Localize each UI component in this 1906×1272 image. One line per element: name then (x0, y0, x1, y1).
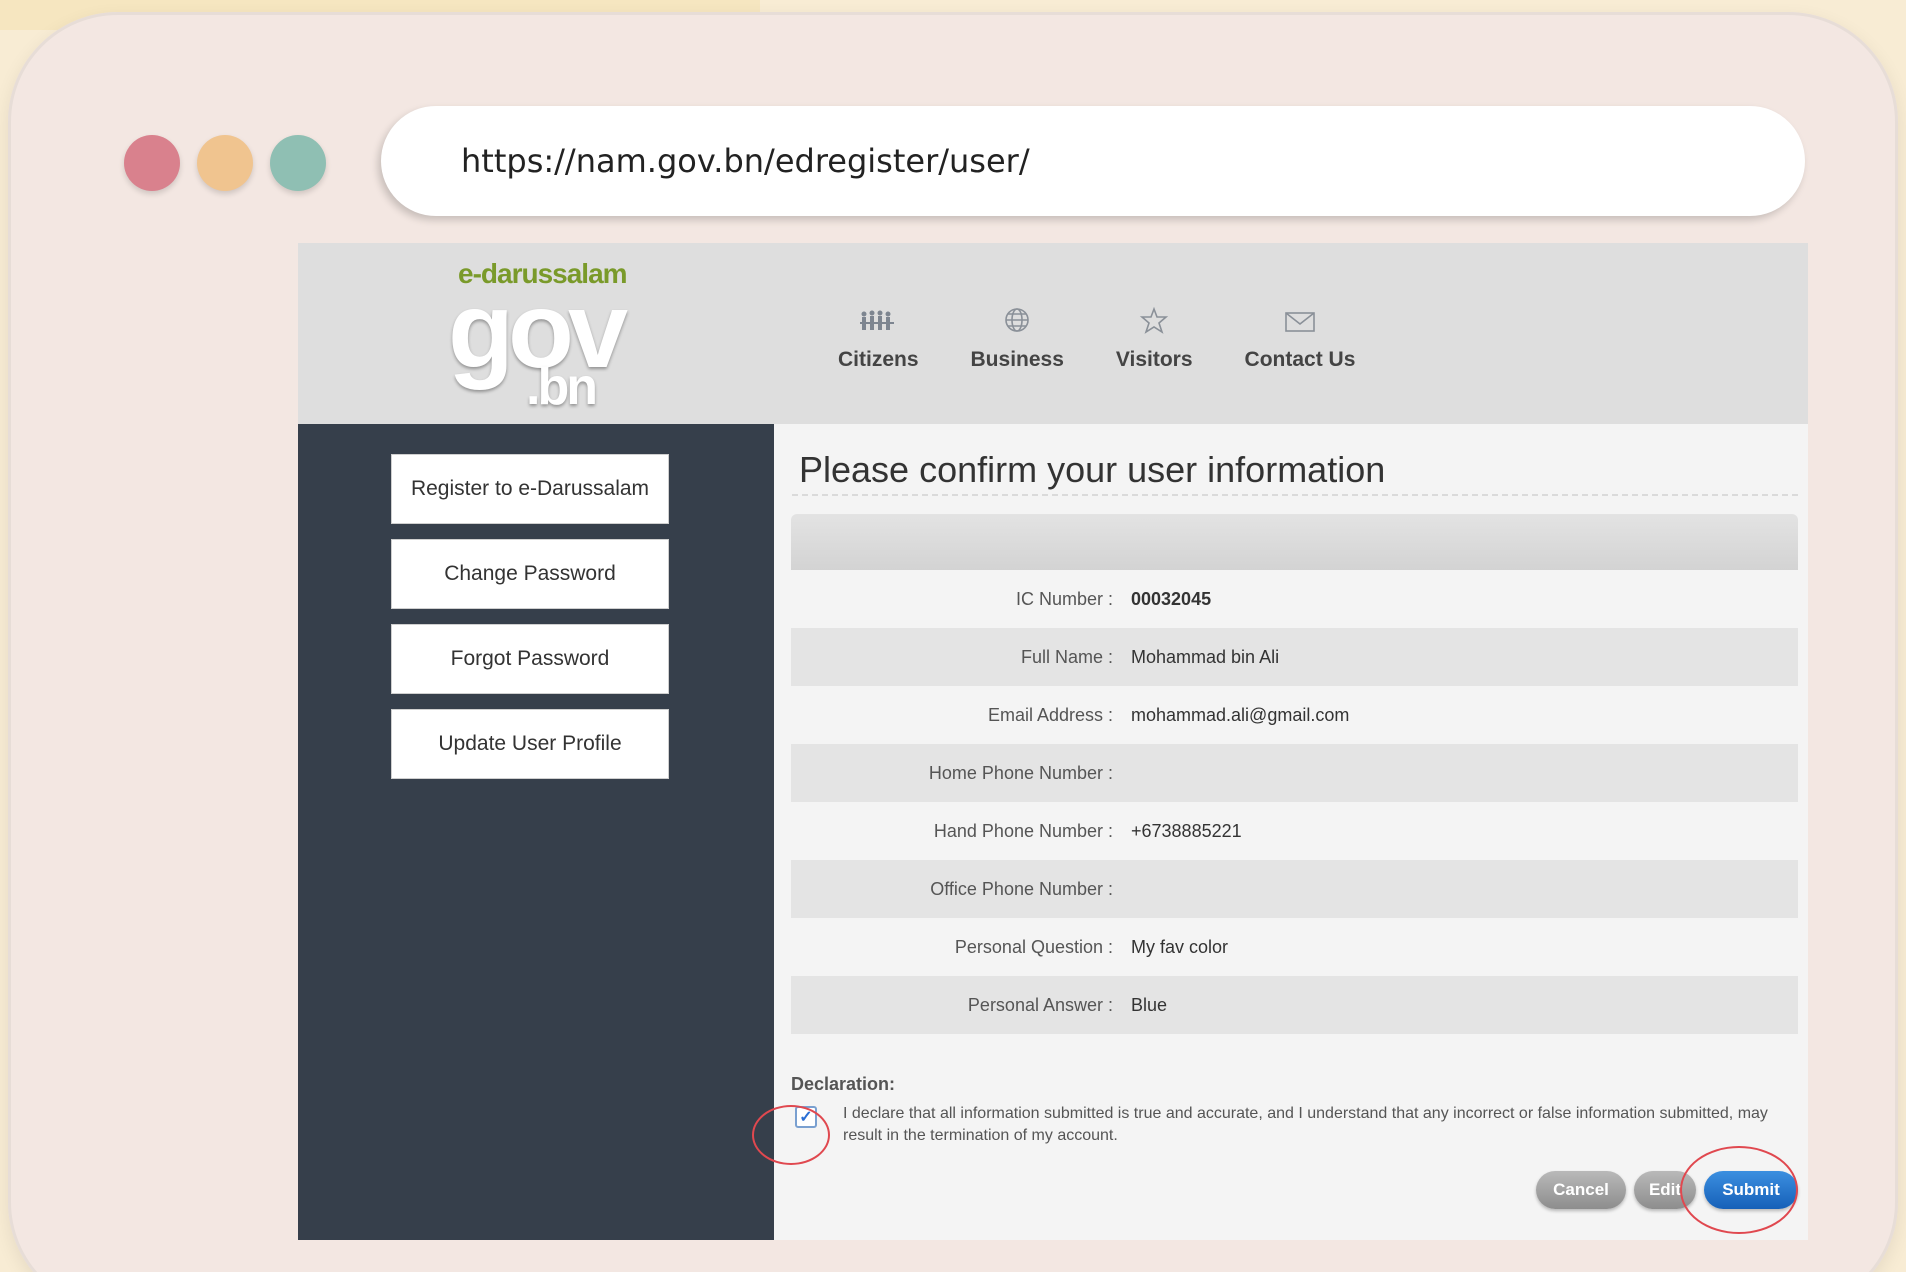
field-row-email: Email Address : mohammad.ali@gmail.com (791, 686, 1798, 744)
nav-label: Contact Us (1244, 348, 1356, 371)
field-label: Home Phone Number : (928, 762, 1113, 783)
field-value: Blue (1131, 994, 1168, 1015)
site-header: e-darussalam gov .bn Citizens Business V… (298, 243, 1808, 424)
nav-label: Visitors (1115, 348, 1193, 371)
star-icon (1140, 306, 1169, 334)
field-row-full-name: Full Name : Mohammad bin Ali (791, 628, 1798, 686)
nav-business[interactable]: Business (971, 306, 1064, 372)
field-label: Hand Phone Number : (933, 820, 1113, 841)
sidebar-item-label: Update User Profile (438, 732, 622, 755)
field-value: +6738885221 (1131, 820, 1242, 841)
globe-icon (1005, 308, 1030, 332)
check-icon: ✓ (799, 1109, 813, 1126)
field-row-home-phone: Home Phone Number : (791, 744, 1798, 802)
sidebar-item-change-password[interactable]: Change Password (391, 539, 669, 609)
window-controls (124, 135, 326, 191)
field-row-office-phone: Office Phone Number : (791, 860, 1798, 918)
close-dot[interactable] (124, 135, 180, 191)
main-content: Please confirm your user information IC … (752, 424, 1808, 1240)
sidebar-item-register[interactable]: Register to e-Darussalam (391, 454, 669, 524)
submit-button[interactable]: Submit (1704, 1171, 1798, 1209)
logo-suffix-text: .bn (526, 358, 598, 416)
url-text: https://nam.gov.bn/edregister/user/ (461, 142, 1030, 180)
field-row-personal-question: Personal Question : My fav color (791, 918, 1798, 976)
field-label: Personal Question : (954, 936, 1113, 957)
nav-label: Business (970, 348, 1064, 371)
gov-bn-logo[interactable]: e-darussalam gov .bn (448, 258, 628, 418)
field-value: mohammad.ali@gmail.com (1131, 704, 1350, 725)
web-page: e-darussalam gov .bn Citizens Business V… (298, 243, 1808, 1240)
declaration-section: Declaration: ✓ I declare that all inform… (791, 1074, 1791, 1147)
sidebar: Register to e-Darussalam Change Password… (298, 424, 774, 1240)
nav-citizens[interactable]: Citizens (838, 306, 919, 372)
sidebar-item-forgot-password[interactable]: Forgot Password (391, 624, 669, 694)
title-divider (792, 494, 1798, 496)
action-buttons: Cancel Edit Submit (1536, 1171, 1798, 1209)
field-row-hand-phone: Hand Phone Number : +6738885221 (791, 802, 1798, 860)
field-label: Personal Answer : (967, 994, 1113, 1015)
page-title: Please confirm your user information (799, 449, 1386, 490)
field-value: My fav color (1131, 936, 1229, 957)
declaration-checkbox[interactable]: ✓ (795, 1106, 817, 1128)
field-label: Office Phone Number : (930, 878, 1113, 899)
edit-button[interactable]: Edit (1634, 1171, 1696, 1209)
field-value: Mohammad bin Ali (1131, 646, 1280, 667)
sidebar-item-label: Change Password (444, 562, 616, 585)
maximize-dot[interactable] (270, 135, 326, 191)
field-row-personal-answer: Personal Answer : Blue (791, 976, 1798, 1034)
sidebar-item-label: Register to e-Darussalam (410, 477, 650, 500)
form-header-bar (791, 514, 1798, 570)
declaration-title: Declaration: (791, 1074, 896, 1094)
declaration-text: I declare that all information submitted… (843, 1105, 1768, 1144)
nav-visitors[interactable]: Visitors (1116, 306, 1193, 372)
nav-label: Citizens (838, 348, 919, 371)
address-bar[interactable]: https://nam.gov.bn/edregister/user/ (381, 106, 1805, 216)
top-nav: Citizens Business Visitors Contact Us (838, 306, 1407, 372)
user-info-form: IC Number : 00032045 Full Name : Mohamma… (791, 514, 1798, 1034)
field-label: IC Number : (1015, 588, 1113, 609)
cancel-button[interactable]: Cancel (1536, 1171, 1626, 1209)
field-label: Full Name : (1020, 646, 1113, 667)
minimize-dot[interactable] (197, 135, 253, 191)
field-label: Email Address : (987, 704, 1113, 725)
sidebar-item-update-profile[interactable]: Update User Profile (391, 709, 669, 779)
mail-icon (1285, 312, 1315, 332)
people-icon (860, 310, 895, 330)
sidebar-item-label: Forgot Password (450, 647, 610, 670)
field-row-ic-number: IC Number : 00032045 (791, 570, 1798, 628)
field-value: 00032045 (1131, 588, 1212, 609)
nav-contact-us[interactable]: Contact Us (1244, 306, 1356, 372)
declaration-line: ✓ I declare that all information submitt… (791, 1103, 1791, 1147)
